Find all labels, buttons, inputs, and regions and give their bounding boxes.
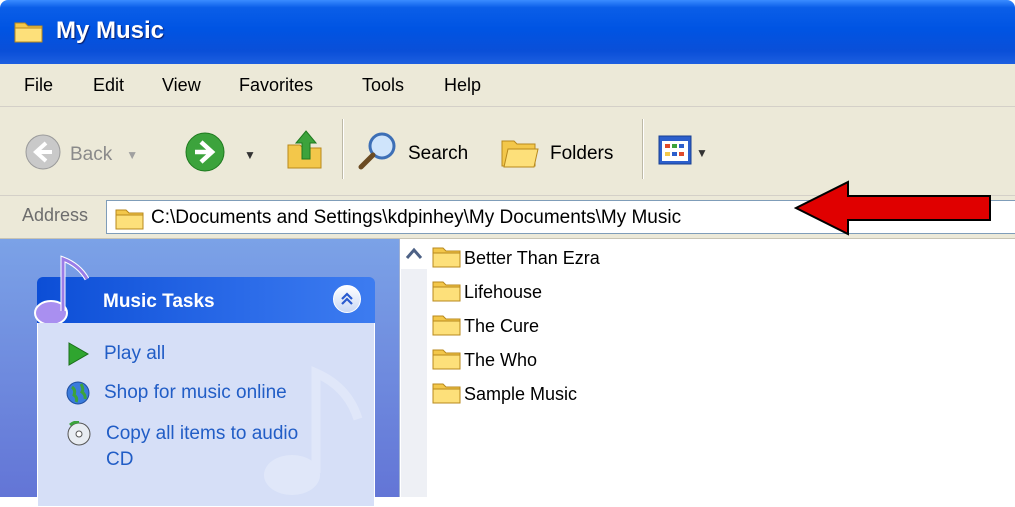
back-arrow-icon: [24, 133, 62, 176]
menu-help[interactable]: Help: [444, 75, 481, 96]
folder-name: Better Than Ezra: [464, 248, 600, 268]
music-tasks-body: Play all Shop for music online Copy all …: [37, 323, 375, 507]
back-label: Back: [70, 143, 113, 165]
task-label: Copy all items to audio CD: [106, 423, 299, 470]
folder-icon: [432, 380, 462, 409]
folder-name: The Cure: [464, 316, 540, 336]
title-bar: My Music: [0, 0, 1015, 64]
toolbar-separator: [342, 119, 344, 179]
folder-icon: [115, 206, 145, 235]
annotation-arrow-icon: [794, 180, 991, 236]
search-label: Search: [408, 142, 469, 164]
forward-dropdown-icon[interactable]: ▼: [244, 148, 256, 162]
views-button[interactable]: ▼: [658, 135, 708, 170]
back-button[interactable]: Back ▼: [24, 133, 138, 176]
folders-label: Folders: [550, 142, 614, 164]
scroll-gutter: [399, 239, 430, 497]
list-item[interactable]: The Cure: [432, 312, 539, 341]
menu-edit[interactable]: Edit: [93, 75, 124, 96]
window-title: My Music: [56, 17, 165, 44]
up-folder-button[interactable]: [286, 127, 324, 176]
search-icon: [356, 129, 400, 178]
menu-view[interactable]: View: [162, 75, 201, 96]
toolbar-separator: [642, 119, 644, 179]
list-item[interactable]: Sample Music: [432, 380, 577, 409]
folder-name: The Who: [464, 350, 538, 370]
task-label: Shop for music online: [104, 382, 287, 403]
task-copy-to-cd[interactable]: Copy all items to audio CD: [66, 420, 326, 473]
views-dropdown-icon[interactable]: ▼: [696, 146, 708, 160]
views-icon: [658, 135, 692, 170]
up-folder-icon: [286, 127, 324, 176]
play-icon: [66, 341, 90, 372]
scroll-up-arrow-icon[interactable]: [403, 245, 425, 268]
folder-name: Lifehouse: [464, 282, 543, 302]
list-item[interactable]: The Who: [432, 346, 537, 375]
task-pane: Music Tasks Play all Shop for music onli…: [0, 239, 399, 507]
task-label: Play all: [104, 343, 166, 364]
music-tasks-title: Music Tasks: [103, 291, 215, 312]
task-shop-online[interactable]: Shop for music online: [66, 380, 287, 411]
task-play-all[interactable]: Play all: [66, 341, 165, 372]
address-path: C:\Documents and Settings\kdpinhey\My Do…: [151, 207, 682, 228]
list-item[interactable]: Lifehouse: [432, 278, 542, 307]
menu-file[interactable]: File: [24, 75, 53, 96]
folder-icon: [14, 18, 44, 49]
folder-icon: [432, 244, 462, 273]
search-button[interactable]: Search: [356, 129, 468, 178]
menu-tools[interactable]: Tools: [362, 75, 404, 96]
music-tasks-panel: Music Tasks Play all Shop for music onli…: [34, 255, 375, 507]
folder-icon: [432, 346, 462, 375]
menu-bar: File Edit View Favorites Tools Help: [0, 64, 1015, 107]
folder-name: Sample Music: [464, 384, 578, 404]
cd-icon: [66, 420, 92, 452]
forward-arrow-icon: [184, 131, 226, 178]
address-label: Address: [22, 205, 89, 225]
collapse-chevron-icon[interactable]: [333, 285, 361, 313]
folders-icon: [498, 129, 542, 178]
list-item[interactable]: Better Than Ezra: [432, 244, 600, 273]
folder-icon: [432, 278, 462, 307]
scrollbar-track[interactable]: [401, 269, 427, 497]
forward-button[interactable]: ▼: [184, 131, 256, 178]
menu-favorites[interactable]: Favorites: [239, 75, 313, 96]
music-note-icon: [29, 251, 99, 334]
folders-button[interactable]: Folders: [498, 129, 613, 178]
folder-icon: [432, 312, 462, 341]
globe-icon: [66, 380, 90, 411]
back-dropdown-icon[interactable]: ▼: [126, 148, 138, 162]
